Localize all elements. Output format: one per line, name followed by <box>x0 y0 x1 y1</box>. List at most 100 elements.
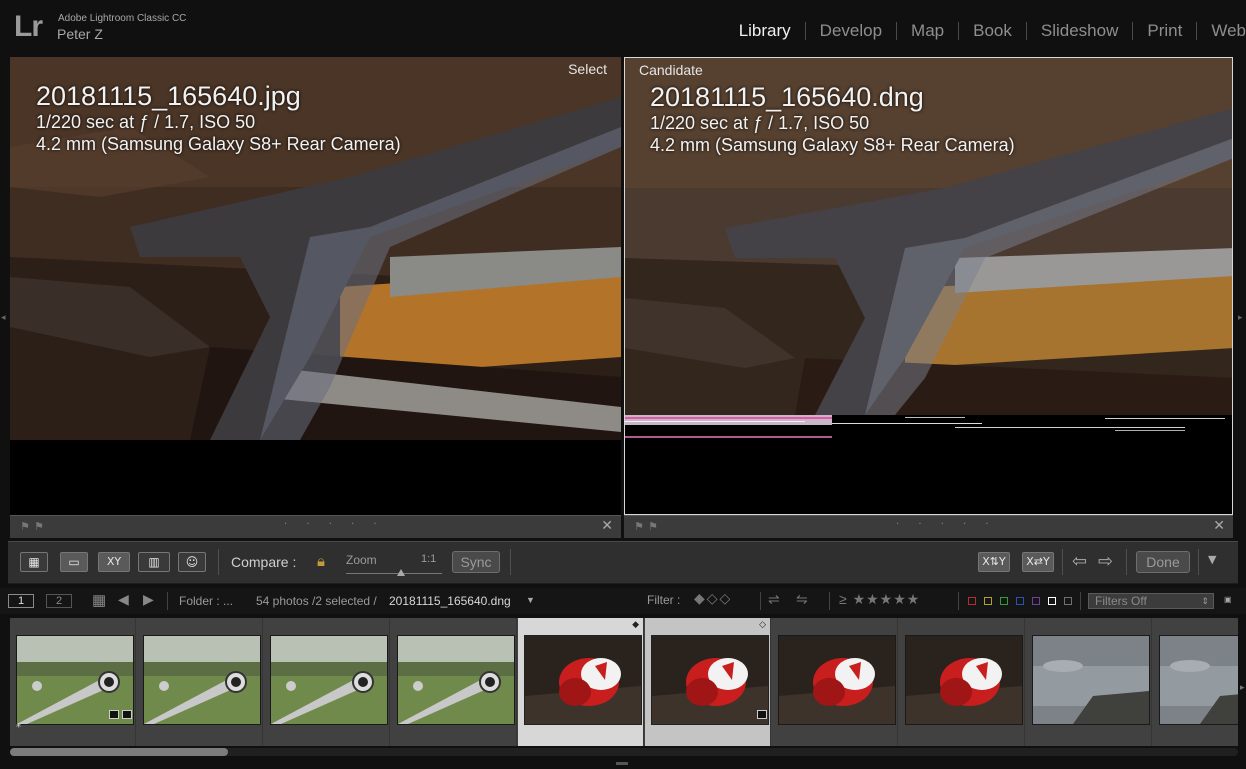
select-filename: 20181115_165640.jpg <box>36 81 301 111</box>
develop-adjusted-badge-icon[interactable] <box>757 710 767 719</box>
module-book[interactable]: Book <box>959 22 1027 40</box>
rating-dots[interactable]: · · · · · <box>896 519 997 530</box>
filmstrip-scrollbar-thumb[interactable] <box>10 748 228 756</box>
source-folder[interactable]: Folder : ... <box>179 594 233 608</box>
bottom-panel-toggle[interactable] <box>616 762 628 765</box>
candidate-tag: Candidate <box>639 62 703 78</box>
filmstrip-cell[interactable] <box>137 618 263 746</box>
filmstrip-cell[interactable]: ◇ <box>645 618 771 746</box>
filmstrip[interactable]: * ◆ ◇ <box>10 618 1238 746</box>
close-icon[interactable]: ✕ <box>1213 518 1225 534</box>
filmstrip-cell[interactable] <box>1026 618 1152 746</box>
forward-arrow-icon[interactable]: ▶ <box>143 591 154 608</box>
candidate-info-overlay: 20181115_165640.dng 1/220 sec at ƒ / 1.7… <box>650 82 1015 156</box>
color-label-filter[interactable] <box>968 588 1078 614</box>
select-pane-footer: ⚑ ⚑ · · · · · ✕ <box>10 515 621 538</box>
unedited-filter-icon[interactable]: ⇋ <box>796 591 808 608</box>
filmstrip-cell[interactable] <box>899 618 1025 746</box>
module-picker: Library Develop Map Book Slideshow Print… <box>725 22 1246 40</box>
swap-icon[interactable]: X⇅Y <box>978 552 1010 572</box>
survey-view-icon[interactable]: ▥ <box>138 552 170 572</box>
develop-adjusted-badge-icon[interactable] <box>122 710 132 719</box>
module-print[interactable]: Print <box>1133 22 1198 40</box>
left-panel-toggle-icon[interactable]: ◂ <box>1 313 6 323</box>
thumbnail-image[interactable] <box>905 635 1023 725</box>
top-bar: Lr Adobe Lightroom Classic CC Peter Z Li… <box>0 0 1246 55</box>
reject-flag-icon[interactable]: ⚑ <box>34 520 44 533</box>
flag-icon[interactable]: ⚑ <box>634 520 644 533</box>
thumbnail-image[interactable] <box>1032 635 1150 725</box>
color-label-swatch[interactable] <box>984 597 992 605</box>
thumbnail-image[interactable] <box>1159 635 1238 725</box>
reject-flag-icon[interactable]: ⚑ <box>648 520 658 533</box>
color-label-swatch[interactable] <box>1032 597 1040 605</box>
candidate-lens: 4.2 mm (Samsung Galaxy S8+ Rear Camera) <box>650 135 1015 155</box>
candidate-pane-footer: ⚑ ⚑ · · · · · ✕ <box>624 515 1233 538</box>
module-library[interactable]: Library <box>725 22 806 40</box>
filmstrip-cell[interactable]: * <box>10 618 136 746</box>
thumbnail-image[interactable] <box>524 635 642 725</box>
zoom-slider-thumb[interactable] <box>397 569 405 576</box>
grid-view-icon[interactable]: ▦ <box>20 552 48 572</box>
compare-label: Compare : <box>231 554 297 570</box>
thumbnail-image[interactable] <box>651 635 769 725</box>
divider <box>760 592 761 610</box>
color-label-swatch[interactable] <box>1064 597 1072 605</box>
candidate-pane[interactable]: Candidate 20181115_165640.dng 1/220 sec … <box>624 57 1233 515</box>
lock-icon[interactable]: 🔒︎ <box>317 552 325 570</box>
grid-icon[interactable]: ▦ <box>92 591 106 609</box>
module-slideshow[interactable]: Slideshow <box>1027 22 1134 40</box>
select-arrows-icon: ⇕ <box>1201 596 1209 606</box>
color-label-swatch[interactable] <box>1000 597 1008 605</box>
zoom-slider-track[interactable] <box>346 573 442 574</box>
filmstrip-cell[interactable] <box>391 618 517 746</box>
compare-view-icon[interactable]: XY <box>98 552 130 572</box>
flag-filter-icon[interactable]: ◆◇◇ <box>694 590 732 607</box>
rating-dots[interactable]: · · · · · <box>284 519 385 530</box>
loupe-view-icon[interactable]: ▭ <box>60 552 88 572</box>
previous-arrow-icon[interactable]: ⇦ <box>1072 551 1087 572</box>
filter-preset-select[interactable]: Filters Off ⇕ <box>1088 593 1214 609</box>
current-filename[interactable]: 20181115_165640.dng <box>389 594 511 608</box>
sync-button[interactable]: Sync <box>452 551 500 573</box>
zoom-ratio: 1:1 <box>421 553 437 565</box>
filmstrip-scroll-right-icon[interactable]: ▸ <box>1240 683 1245 693</box>
main-window-button[interactable]: 1 <box>8 594 34 608</box>
close-icon[interactable]: ✕ <box>601 518 613 534</box>
thumbnail-image[interactable] <box>143 635 261 725</box>
filmstrip-cell[interactable] <box>1153 618 1238 746</box>
module-web[interactable]: Web <box>1197 22 1246 40</box>
select-pane[interactable]: Select 20181115_165640.jpg 1/220 sec at … <box>10 57 621 515</box>
chevron-down-icon[interactable]: ▼ <box>526 595 535 605</box>
make-select-icon[interactable]: X⇄Y <box>1022 552 1054 572</box>
crop-badge-icon[interactable] <box>109 710 119 719</box>
thumbnail-image[interactable] <box>270 635 388 725</box>
color-label-swatch[interactable] <box>968 597 976 605</box>
edited-filter-icon[interactable]: ⇌ <box>768 591 780 608</box>
filter-lock-icon[interactable]: ▣ <box>1224 595 1232 604</box>
flag-icon[interactable]: ⚑ <box>20 520 30 533</box>
thumbnail-image[interactable] <box>778 635 896 725</box>
filmstrip-cell[interactable] <box>772 618 898 746</box>
thumbnail-mark: * <box>16 722 21 733</box>
divider <box>218 549 219 575</box>
color-label-swatch[interactable] <box>1016 597 1024 605</box>
module-develop[interactable]: Develop <box>806 22 898 40</box>
secondary-window-button[interactable]: 2 <box>46 594 72 608</box>
filter-preset-value: Filters Off <box>1095 594 1147 608</box>
star-rating-filter[interactable]: ≥ ★★★★★ <box>839 591 920 608</box>
module-map[interactable]: Map <box>897 22 960 40</box>
people-view-icon[interactable]: ☺ <box>178 552 206 572</box>
thumbnail-image[interactable] <box>397 635 515 725</box>
back-arrow-icon[interactable]: ◀ <box>118 591 129 608</box>
lightroom-logo: Lr <box>14 10 43 43</box>
done-button[interactable]: Done <box>1136 551 1190 573</box>
filmstrip-cell[interactable]: ◆ <box>518 618 644 746</box>
select-lens: 4.2 mm (Samsung Galaxy S8+ Rear Camera) <box>36 134 401 154</box>
filmstrip-cell[interactable] <box>264 618 390 746</box>
toolbar-options-chevron-down-icon[interactable]: ▼ <box>1208 553 1216 566</box>
next-arrow-icon[interactable]: ⇨ <box>1098 551 1113 572</box>
right-panel-toggle-icon[interactable]: ▸ <box>1238 313 1243 323</box>
candidate-filename: 20181115_165640.dng <box>650 82 924 112</box>
color-label-swatch[interactable] <box>1048 597 1056 605</box>
